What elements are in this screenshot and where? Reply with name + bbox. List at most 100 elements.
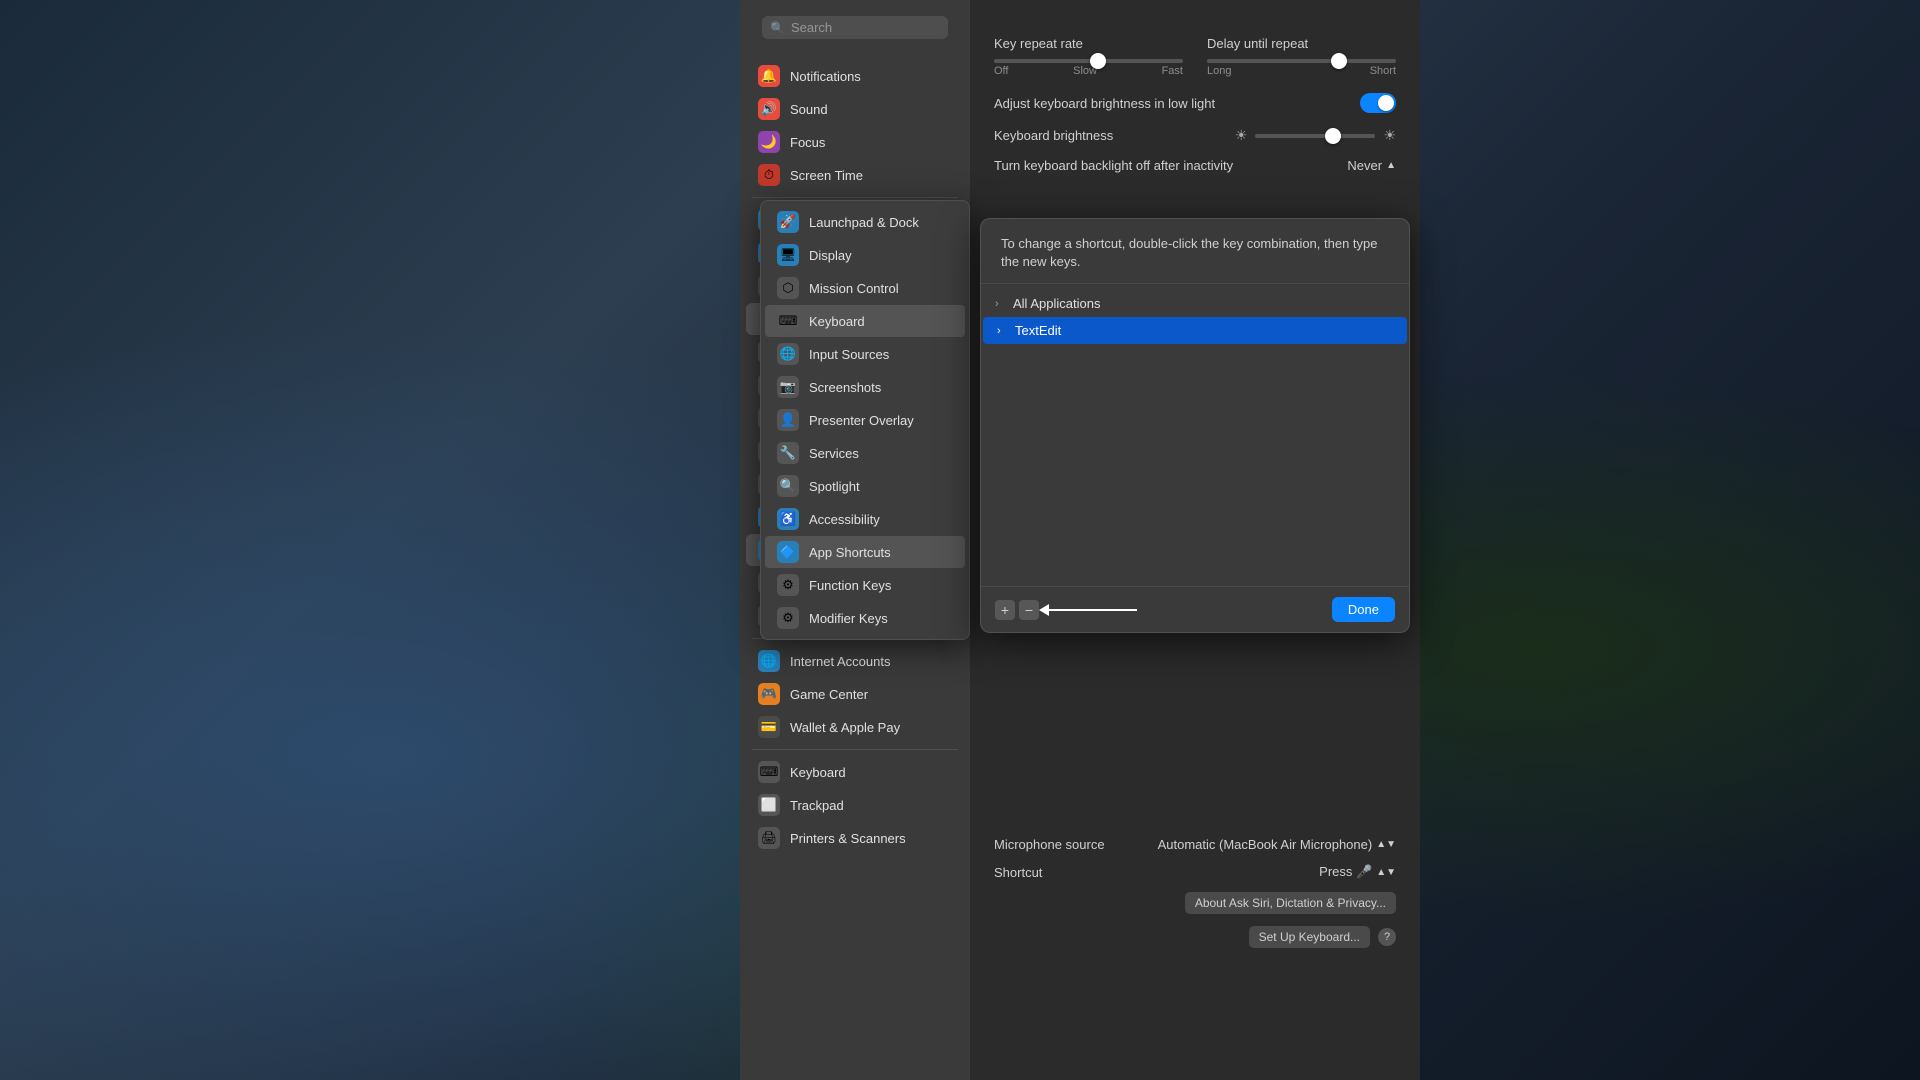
textedit-chevron: › xyxy=(997,325,1009,337)
submenu-item-app-shortcuts[interactable]: 🔷 App Shortcuts xyxy=(765,536,965,568)
game-center-icon: 🎮 xyxy=(758,683,780,705)
brightness-adjust-row: Adjust keyboard brightness in low light xyxy=(994,93,1396,113)
submenu-item-spotlight[interactable]: 🔍 Spotlight xyxy=(765,470,965,502)
search-placeholder: Search xyxy=(791,20,832,35)
repeat-fast-label: Fast xyxy=(1162,65,1183,77)
submenu-item-function-keys[interactable]: ⚙ Function Keys xyxy=(765,569,965,601)
microphone-chevron-icon: ▲▼ xyxy=(1376,839,1396,850)
delay-repeat-slider[interactable] xyxy=(1207,59,1396,63)
sidebar-item-screen-time[interactable]: ⏱ Screen Time xyxy=(746,159,964,191)
submenu-function-keys-icon: ⚙ xyxy=(777,574,799,596)
submenu-label-launchpad: Launchpad & Dock xyxy=(809,215,919,230)
shortcut-item-textedit[interactable]: › TextEdit xyxy=(983,317,1407,344)
brightness-low-icon: ☀ xyxy=(1235,127,1248,144)
sidebar-item-internet-accounts[interactable]: 🌐 Internet Accounts xyxy=(746,645,964,677)
search-icon: 🔍 xyxy=(770,21,785,35)
shortcut-panel: To change a shortcut, double-click the k… xyxy=(980,218,1410,633)
keyboard-settings-top: Key repeat rate Off Slow Fast Delay unti… xyxy=(994,20,1396,173)
key-repeat-slider[interactable] xyxy=(994,59,1183,63)
sidebar-item-wallet[interactable]: 💳 Wallet & Apple Pay xyxy=(746,711,964,743)
never-value[interactable]: Never ▲ xyxy=(1347,158,1396,173)
shortcut-footer-buttons: + − xyxy=(995,600,1137,620)
sidebar-item-sound[interactable]: 🔊 Sound xyxy=(746,93,964,125)
about-dictation-button[interactable]: About Ask Siri, Dictation & Privacy... xyxy=(1185,892,1396,914)
submenu-item-launchpad[interactable]: 🚀 Launchpad & Dock xyxy=(765,206,965,238)
microphone-value[interactable]: Automatic (MacBook Air Microphone) ▲▼ xyxy=(1158,837,1396,852)
shortcut-instruction-text: To change a shortcut, double-click the k… xyxy=(1001,236,1378,269)
sidebar-label-notifications: Notifications xyxy=(790,69,861,84)
submenu-item-keyboard[interactable]: ⌨ Keyboard xyxy=(765,305,965,337)
microphone-row: Microphone source Automatic (MacBook Air… xyxy=(994,837,1396,852)
turn-off-label: Turn keyboard backlight off after inacti… xyxy=(994,158,1233,173)
divider-3 xyxy=(752,749,958,750)
brightness-high-icon: ☀ xyxy=(1383,127,1396,144)
add-shortcut-button[interactable]: + xyxy=(995,600,1015,620)
shortcut-list: › All Applications › TextEdit xyxy=(981,284,1409,586)
sidebar-label-focus: Focus xyxy=(790,135,825,150)
shortcut-chevron-icon: ▲▼ xyxy=(1376,867,1396,878)
all-apps-label: All Applications xyxy=(1013,296,1395,311)
keyboard-submenu: 🚀 Launchpad & Dock 🖥 Display ⬡ Mission C… xyxy=(760,200,970,640)
brightness-slider[interactable] xyxy=(1255,134,1375,138)
sidebar-item-keyboard-device[interactable]: ⌨ Keyboard xyxy=(746,756,964,788)
notifications-icon: 🔔 xyxy=(758,65,780,87)
sidebar-label-keyboard-device: Keyboard xyxy=(790,765,846,780)
submenu-label-accessibility: Accessibility xyxy=(809,512,880,527)
delay-repeat-thumb[interactable] xyxy=(1331,53,1347,69)
submenu-item-services[interactable]: 🔧 Services xyxy=(765,437,965,469)
submenu-label-app-shortcuts: App Shortcuts xyxy=(809,545,891,560)
bottom-settings: Microphone source Automatic (MacBook Air… xyxy=(994,837,1396,960)
keyboard-brightness-row: Keyboard brightness ☀ ☀ xyxy=(994,127,1396,144)
adjust-brightness-label: Adjust keyboard brightness in low light xyxy=(994,96,1215,111)
sidebar-item-notifications[interactable]: 🔔 Notifications xyxy=(746,60,964,92)
search-box[interactable]: 🔍 Search xyxy=(762,16,948,39)
sidebar-label-game-center: Game Center xyxy=(790,687,868,702)
chevron-up-icon: ▲ xyxy=(1386,160,1396,171)
submenu-launchpad-icon: 🚀 xyxy=(777,211,799,233)
submenu-label-keyboard: Keyboard xyxy=(809,314,865,329)
submenu-spotlight-icon: 🔍 xyxy=(777,475,799,497)
submenu-keyboard-icon: ⌨ xyxy=(777,310,799,332)
sidebar-item-focus[interactable]: 🌙 Focus xyxy=(746,126,964,158)
submenu-item-display[interactable]: 🖥 Display xyxy=(765,239,965,271)
shortcut-label: Shortcut xyxy=(994,865,1042,880)
microphone-label: Microphone source xyxy=(994,837,1105,852)
brightness-toggle[interactable] xyxy=(1360,93,1396,113)
key-repeat-thumb[interactable] xyxy=(1090,53,1106,69)
remove-shortcut-button[interactable]: − xyxy=(1019,600,1039,620)
shortcut-panel-header: To change a shortcut, double-click the k… xyxy=(981,219,1409,284)
focus-icon: 🌙 xyxy=(758,131,780,153)
textedit-label: TextEdit xyxy=(1015,323,1393,338)
sidebar-search-container: 🔍 Search xyxy=(750,8,960,47)
submenu-item-input-sources[interactable]: 🌐 Input Sources xyxy=(765,338,965,370)
brightness-thumb[interactable] xyxy=(1325,128,1341,144)
setup-keyboard-button[interactable]: Set Up Keyboard... xyxy=(1249,926,1370,948)
keyboard-brightness-label: Keyboard brightness xyxy=(994,128,1113,143)
shortcut-value[interactable]: Press 🎤 ▲▼ xyxy=(1319,864,1396,880)
submenu-item-presenter-overlay[interactable]: 👤 Presenter Overlay xyxy=(765,404,965,436)
submenu-label-services: Services xyxy=(809,446,859,461)
arrow-line xyxy=(1047,609,1137,611)
submenu-item-screenshots[interactable]: 📷 Screenshots xyxy=(765,371,965,403)
done-button[interactable]: Done xyxy=(1332,597,1395,622)
submenu-label-mission-control: Mission Control xyxy=(809,281,899,296)
sidebar-item-game-center[interactable]: 🎮 Game Center xyxy=(746,678,964,710)
trackpad-icon: ⬜ xyxy=(758,794,780,816)
submenu-mission-control-icon: ⬡ xyxy=(777,277,799,299)
shortcut-item-all-apps[interactable]: › All Applications xyxy=(981,290,1409,317)
delay-short-label: Short xyxy=(1370,65,1396,77)
help-button[interactable]: ? xyxy=(1378,928,1396,946)
submenu-item-mission-control[interactable]: ⬡ Mission Control xyxy=(765,272,965,304)
delay-repeat-label: Delay until repeat xyxy=(1207,36,1396,51)
screen-time-icon: ⏱ xyxy=(758,164,780,186)
sidebar-item-trackpad[interactable]: ⬜ Trackpad xyxy=(746,789,964,821)
about-dictation-row: About Ask Siri, Dictation & Privacy... xyxy=(994,892,1396,914)
submenu-item-accessibility[interactable]: ♿ Accessibility xyxy=(765,503,965,535)
arrow-head xyxy=(1039,604,1049,616)
submenu-input-sources-icon: 🌐 xyxy=(777,343,799,365)
submenu-app-shortcuts-icon: 🔷 xyxy=(777,541,799,563)
wallet-icon: 💳 xyxy=(758,716,780,738)
submenu-item-modifier-keys[interactable]: ⚙ Modifier Keys xyxy=(765,602,965,634)
submenu-modifier-keys-icon: ⚙ xyxy=(777,607,799,629)
sidebar-item-printers[interactable]: 🖨 Printers & Scanners xyxy=(746,822,964,854)
